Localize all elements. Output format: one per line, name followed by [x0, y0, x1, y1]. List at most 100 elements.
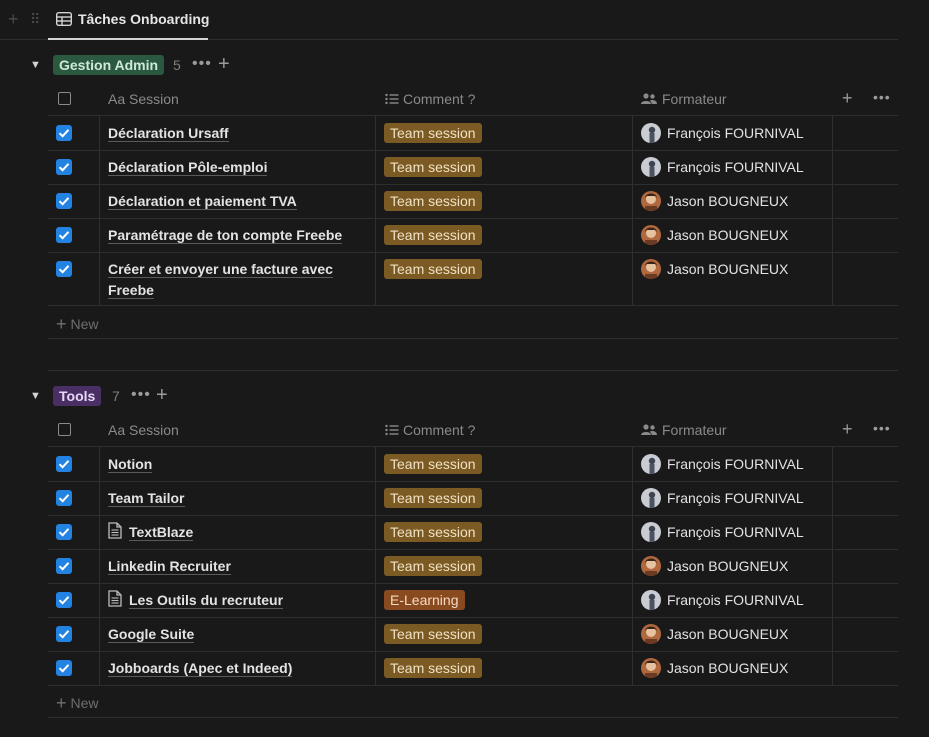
checkbox[interactable]	[56, 456, 72, 472]
collapse-toggle-icon[interactable]: ▼	[30, 59, 41, 71]
group-tag[interactable]: Gestion Admin	[53, 55, 165, 75]
plus-icon: +	[56, 314, 67, 334]
column-header-formateur[interactable]: Formateur	[641, 91, 727, 107]
check-icon	[58, 562, 70, 571]
session-title[interactable]: Créer et envoyer une facture avec	[108, 259, 333, 280]
avatar-jason	[641, 556, 661, 576]
more-options-icon[interactable]: •••	[192, 55, 212, 73]
comment-tag[interactable]: Team session	[384, 259, 482, 279]
check-icon	[58, 197, 70, 206]
avatar-francois	[641, 454, 661, 474]
people-icon	[641, 93, 657, 104]
session-title[interactable]: Linkedin Recruiter	[108, 556, 231, 577]
formateur-name: François FOURNIVAL	[667, 524, 804, 540]
new-row-button[interactable]: + New	[56, 693, 99, 714]
document-icon	[108, 590, 122, 607]
session-title[interactable]: TextBlaze	[108, 522, 194, 543]
checkbox[interactable]	[56, 524, 72, 540]
people-icon	[641, 424, 657, 435]
session-title[interactable]: Team Tailor	[108, 488, 185, 509]
drag-handle-icon[interactable]: ⠿	[30, 10, 40, 28]
formateur-name: François FOURNIVAL	[667, 456, 804, 472]
formateur-name: Jason BOUGNEUX	[667, 227, 789, 243]
check-icon	[58, 265, 70, 274]
check-icon	[58, 163, 70, 172]
check-icon	[58, 494, 70, 503]
comment-tag[interactable]: Team session	[384, 157, 482, 177]
add-property-icon[interactable]: +	[842, 419, 853, 439]
session-title[interactable]: Déclaration Pôle-emploi	[108, 157, 268, 178]
list-icon	[385, 424, 399, 436]
checkbox[interactable]	[56, 227, 72, 243]
column-header-session[interactable]: Aa Session	[108, 91, 179, 107]
checkbox[interactable]	[56, 125, 72, 141]
document-icon	[108, 522, 122, 539]
comment-tag[interactable]: Team session	[384, 658, 482, 678]
session-title[interactable]: Les Outils du recruteur	[108, 590, 284, 611]
session-title[interactable]: Notion	[108, 454, 153, 475]
formateur-name: François FOURNIVAL	[667, 592, 804, 608]
header-checkbox-icon	[58, 92, 71, 105]
check-icon	[58, 460, 70, 469]
more-options-icon[interactable]: •••	[131, 386, 151, 404]
comment-tag[interactable]: Team session	[384, 123, 482, 143]
add-view-icon[interactable]: +	[8, 10, 19, 28]
avatar-jason	[641, 624, 661, 644]
comment-tag[interactable]: Team session	[384, 225, 482, 245]
checkbox[interactable]	[56, 558, 72, 574]
new-row-button[interactable]: + New	[56, 314, 99, 335]
comment-tag[interactable]: Team session	[384, 191, 482, 211]
avatar-francois	[641, 590, 661, 610]
avatar-jason	[641, 191, 661, 211]
checkbox[interactable]	[56, 193, 72, 209]
avatar-francois	[641, 157, 661, 177]
tab-taches-onboarding[interactable]: Tâches Onboarding	[48, 0, 209, 40]
checkbox[interactable]	[56, 261, 72, 277]
checkbox[interactable]	[56, 490, 72, 506]
column-header-session[interactable]: Aa Session	[108, 422, 179, 438]
avatar-jason	[641, 658, 661, 678]
session-title[interactable]: Déclaration et paiement TVA	[108, 191, 297, 212]
group-count: 7	[112, 388, 120, 404]
session-title[interactable]: Jobboards (Apec et Indeed)	[108, 658, 293, 679]
formateur-name: Jason BOUGNEUX	[667, 193, 789, 209]
comment-tag[interactable]: Team session	[384, 454, 482, 474]
checkbox[interactable]	[56, 592, 72, 608]
checkbox[interactable]	[56, 159, 72, 175]
check-icon	[58, 664, 70, 673]
check-icon	[58, 231, 70, 240]
column-header-comment[interactable]: Comment ?	[385, 422, 475, 438]
header-checkbox-icon	[58, 423, 71, 436]
group-tag[interactable]: Tools	[53, 386, 102, 406]
formateur-name: François FOURNIVAL	[667, 125, 804, 141]
avatar-jason	[641, 259, 661, 279]
formateur-name: François FOURNIVAL	[667, 159, 804, 175]
comment-tag[interactable]: Team session	[384, 624, 482, 644]
formateur-name: Jason BOUGNEUX	[667, 558, 789, 574]
plus-icon: +	[56, 693, 67, 713]
collapse-toggle-icon[interactable]: ▼	[30, 390, 41, 402]
comment-tag[interactable]: E-Learning	[384, 590, 465, 610]
avatar-francois	[641, 488, 661, 508]
add-row-icon[interactable]: +	[156, 385, 168, 405]
column-header-comment[interactable]: Comment ?	[385, 91, 475, 107]
check-icon	[58, 630, 70, 639]
avatar-francois	[641, 123, 661, 143]
checkbox[interactable]	[56, 626, 72, 642]
check-icon	[58, 528, 70, 537]
add-row-icon[interactable]: +	[218, 54, 230, 74]
comment-tag[interactable]: Team session	[384, 522, 482, 542]
comment-tag[interactable]: Team session	[384, 488, 482, 508]
session-title-line2[interactable]: Freebe	[108, 280, 154, 301]
formateur-name: Jason BOUGNEUX	[667, 660, 789, 676]
session-title[interactable]: Google Suite	[108, 624, 195, 645]
comment-tag[interactable]: Team session	[384, 556, 482, 576]
table-options-icon[interactable]: •••	[873, 89, 891, 105]
column-header-formateur[interactable]: Formateur	[641, 422, 727, 438]
checkbox[interactable]	[56, 660, 72, 676]
session-title[interactable]: Déclaration Ursaff	[108, 123, 229, 144]
add-property-icon[interactable]: +	[842, 88, 853, 108]
session-title[interactable]: Paramétrage de ton compte Freebe	[108, 225, 343, 246]
table-options-icon[interactable]: •••	[873, 420, 891, 436]
formateur-name: Jason BOUGNEUX	[667, 261, 789, 277]
